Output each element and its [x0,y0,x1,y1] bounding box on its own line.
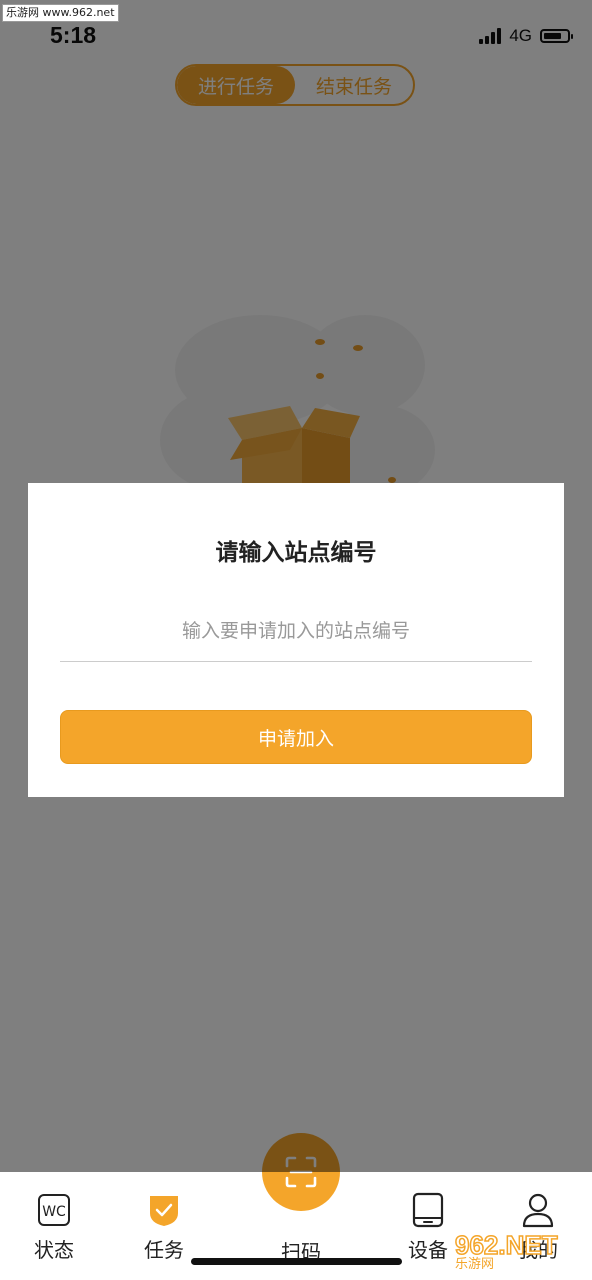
tab-status-label: 状态 [34,1238,74,1262]
watermark-962-sub: 乐游网 [455,1257,495,1272]
tab-tasks[interactable]: 任务 [124,1192,204,1263]
watermark-top: 乐游网 www.962.net [2,4,119,22]
svg-text:WC: WC [42,1204,66,1220]
tab-status[interactable]: WC 状态 [14,1192,94,1263]
watermark-962: 962.NET 乐游网 [454,1230,585,1272]
shield-check-icon [146,1192,182,1228]
wc-icon: WC [36,1192,72,1228]
station-code-dialog: 请输入站点编号 申请加入 [28,483,564,797]
watermark-962-text: 962.NET [454,1230,558,1260]
apply-join-button[interactable]: 申请加入 [60,710,532,764]
dialog-title: 请输入站点编号 [215,540,377,566]
tab-devices-label: 设备 [408,1238,448,1262]
home-indicator [191,1258,402,1265]
person-icon [520,1192,556,1228]
tab-tasks-label: 任务 [144,1238,184,1262]
station-code-input[interactable] [60,601,532,662]
tablet-icon [410,1192,446,1228]
